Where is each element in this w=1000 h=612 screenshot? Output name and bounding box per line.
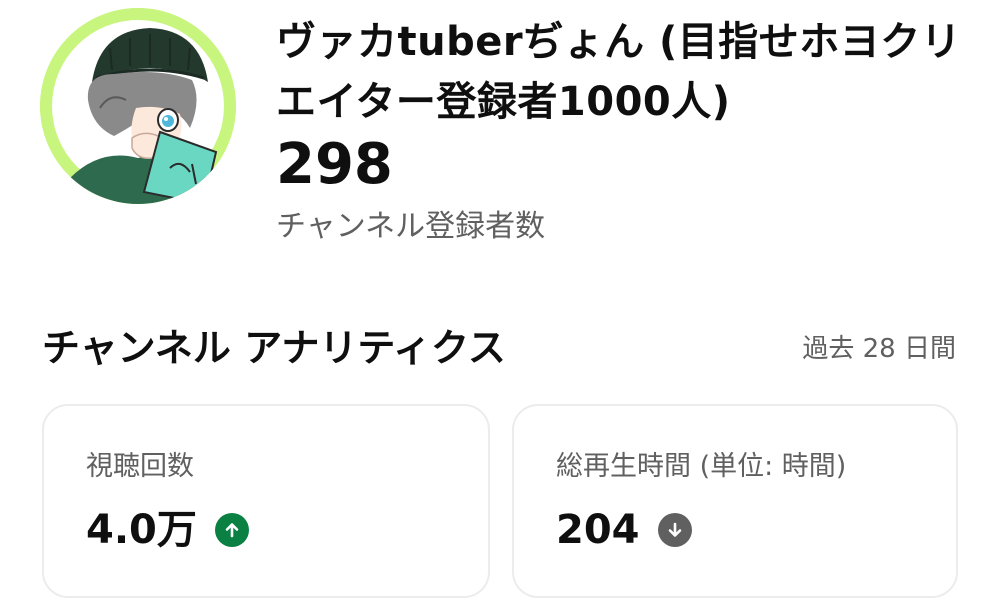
views-label: 視聴回数 [86,451,194,482]
watch-time-card[interactable]: 総再生時間 (単位: 時間) 204 [512,404,958,598]
analytics-title: チャンネル アナリティクス [42,326,506,370]
watch-time-value: 204 [556,507,640,553]
views-card[interactable]: 視聴回数 4.0万 [42,404,490,598]
subscriber-label: チャンネル登録者数 [276,209,546,244]
watch-time-label: 総再生時間 (単位: 時間) [556,451,847,482]
arrow-down-circle-icon [657,513,692,547]
channel-analytics-screen: ヴァカtuberぢょん (目指せホヨクリエイター登録者1000人) 298 チャ… [0,0,1000,612]
channel-name: ヴァカtuberぢょん (目指せホヨクリエイター登録者1000人) [276,19,962,125]
views-value-row: 4.0万 [86,502,249,558]
watch-time-value-row: 204 [556,502,692,558]
avatar-illustration-icon [40,8,236,204]
channel-avatar[interactable] [40,8,236,204]
arrow-up-circle-icon [214,513,249,547]
subscriber-count: 298 [276,132,393,197]
views-value: 4.0万 [86,507,197,553]
analytics-period[interactable]: 過去 28 日間 [802,330,956,368]
